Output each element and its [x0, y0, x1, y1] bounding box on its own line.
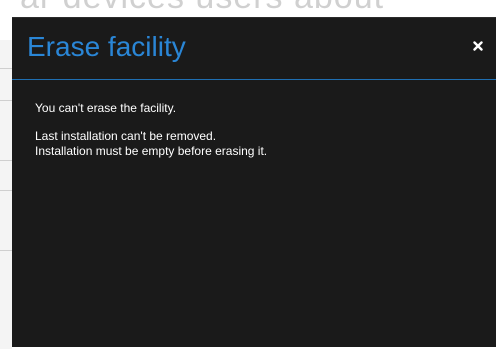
background-divider — [0, 190, 12, 191]
background-page-strip — [0, 40, 12, 349]
close-button[interactable] — [470, 38, 486, 54]
dialog-body: You can't erase the facility. Last insta… — [35, 101, 475, 159]
dialog-header: Erase facility — [12, 18, 496, 80]
background-divider — [0, 160, 12, 161]
erase-facility-dialog: Erase facility You can't erase the facil… — [12, 17, 496, 347]
error-detail-line: Installation must be empty before erasin… — [35, 144, 268, 158]
background-divider — [0, 68, 12, 69]
background-page-text: ar devices users about — [0, 0, 496, 17]
background-divider — [0, 250, 12, 251]
error-message: You can't erase the facility. — [35, 101, 177, 115]
close-icon — [473, 41, 483, 51]
error-detail-line: Last installation can't be removed. — [35, 129, 217, 143]
background-divider — [0, 100, 12, 101]
dialog-title: Erase facility — [27, 31, 186, 62]
